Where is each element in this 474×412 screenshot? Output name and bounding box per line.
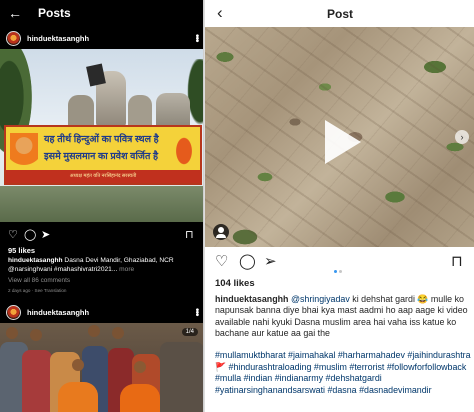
post-timestamp: 2 days ago · See Translation bbox=[8, 288, 67, 293]
heart-icon[interactable]: ♡ bbox=[215, 254, 228, 270]
carousel-counter-badge: 1/4 bbox=[181, 328, 198, 336]
chevron-right-icon[interactable]: › bbox=[455, 130, 469, 144]
likes-count[interactable]: 104 likes bbox=[215, 278, 255, 289]
carousel-pager bbox=[333, 260, 343, 278]
caption-username[interactable]: hinduektasanghh bbox=[8, 257, 63, 264]
comment-icon[interactable]: ◯ bbox=[239, 254, 256, 270]
caption-mention-link[interactable]: @shringiyadav bbox=[291, 294, 350, 304]
banner-portrait bbox=[10, 133, 38, 169]
likes-count[interactable]: 95 likes bbox=[8, 246, 35, 255]
more-dots-icon[interactable]: ••• bbox=[191, 308, 202, 316]
left-page-title: Posts bbox=[38, 6, 71, 20]
post-actions: ♡ ◯ ➢ ⊓ bbox=[215, 254, 467, 273]
saffron-robe bbox=[120, 384, 160, 412]
caption-more-link[interactable]: more bbox=[117, 266, 134, 273]
post-header: hinduektasanghh ••• bbox=[0, 301, 204, 323]
comment-icon[interactable]: ◯ bbox=[24, 229, 36, 241]
share-icon[interactable]: ➤ bbox=[41, 229, 50, 241]
post-header: hinduektasanghh ••• bbox=[0, 27, 204, 49]
right-page-title: Post bbox=[326, 7, 353, 21]
caption-hashtags[interactable]: #mullamuktbharat #jaimahakal #harharmaha… bbox=[215, 350, 473, 396]
post-image[interactable]: यह तीर्थ हिन्दुओं का पवित्र स्थल है इसमे… bbox=[0, 49, 204, 222]
saffron-robe bbox=[58, 382, 98, 412]
back-arrow-icon[interactable]: ← bbox=[8, 5, 26, 21]
play-icon[interactable] bbox=[325, 120, 361, 164]
post-caption: hinduektasanghh Dasna Devi Mandir, Ghazi… bbox=[8, 256, 200, 274]
person-figure bbox=[22, 350, 52, 412]
heart-icon[interactable]: ♡ bbox=[8, 229, 18, 241]
ground-area bbox=[0, 186, 204, 222]
right-post-panel: ‹ Post › ♡ ◯ ➢ ⊓ 104 likes hinduektasang… bbox=[204, 0, 474, 412]
bookmark-icon[interactable]: ⊓ bbox=[185, 229, 194, 241]
post-image[interactable]: 1/4 bbox=[0, 323, 204, 412]
caption-username[interactable]: hinduektasanghh bbox=[215, 294, 288, 304]
left-feed-panel: ← Posts hinduektasanghh ••• यह तीर्थ हिन… bbox=[0, 0, 204, 412]
user-tag-icon[interactable] bbox=[213, 224, 229, 240]
post-username[interactable]: hinduektasanghh bbox=[27, 308, 194, 317]
avatar[interactable] bbox=[6, 30, 21, 46]
view-comments-link[interactable]: View all 86 comments bbox=[8, 277, 70, 284]
share-icon[interactable]: ➢ bbox=[264, 254, 277, 270]
post-username[interactable]: hinduektasanghh bbox=[27, 34, 194, 43]
post-actions: ♡ ◯ ➤ ⊓ bbox=[8, 229, 198, 243]
statue-image bbox=[68, 63, 152, 127]
post-caption: hinduektasanghh @shringiyadav ki dehshat… bbox=[215, 294, 471, 340]
right-header: ‹ Post bbox=[205, 0, 474, 27]
banner-footer: अध्यक्ष महंत यति नरसिंहानंद सरस्वती bbox=[6, 170, 200, 183]
banner-deity bbox=[172, 131, 196, 171]
post-video[interactable]: › bbox=[205, 27, 474, 247]
banner-line-2: इसमे मुसलमान का प्रवेश वर्जित है bbox=[44, 151, 159, 162]
bookmark-icon[interactable]: ⊓ bbox=[451, 254, 463, 270]
left-header: ← Posts bbox=[0, 0, 204, 26]
more-dots-icon[interactable]: ••• bbox=[191, 34, 202, 42]
temple-banner: यह तीर्थ हिन्दुओं का पवित्र स्थल है इसमे… bbox=[4, 125, 202, 185]
banner-line-1: यह तीर्थ हिन्दुओं का पवित्र स्थल है bbox=[44, 134, 159, 145]
person-figure bbox=[160, 342, 204, 412]
avatar[interactable] bbox=[6, 304, 21, 320]
